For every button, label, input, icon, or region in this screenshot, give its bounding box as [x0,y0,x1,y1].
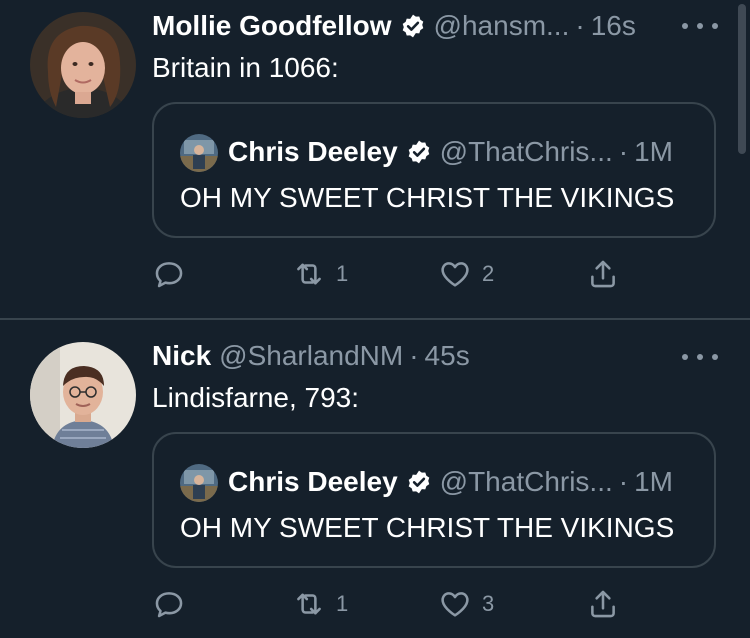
avatar[interactable] [30,342,136,448]
share-button[interactable] [586,254,620,294]
author-handle[interactable]: @SharlandNM [219,340,403,372]
tweet-header: Nick @SharlandNM · 45s [152,340,470,372]
like-button[interactable]: 2 [438,254,494,294]
verified-badge-icon [406,139,432,165]
tweet-header: Mollie Goodfellow @hansm... · 16s [152,10,636,42]
like-button[interactable]: 3 [438,584,494,624]
like-count: 2 [482,261,495,286]
quoted-tweet[interactable]: Chris Deeley @ThatChris... · 1M OH MY SW… [152,102,716,238]
more-options-icon[interactable] [682,16,718,36]
retweet-icon [292,587,326,621]
quoted-author-name: Chris Deeley [228,136,398,167]
tweet-actions: 1 3 [0,584,750,624]
retweet-button[interactable]: 1 [292,254,348,294]
quoted-avatar [180,134,218,172]
quoted-avatar [180,464,218,502]
verified-badge-icon [400,13,426,39]
heart-icon [438,257,472,291]
like-count: 3 [482,591,495,616]
more-options-icon[interactable] [682,347,718,367]
tweet-text: Britain in 1066: [152,52,339,83]
author-name[interactable]: Mollie Goodfellow [152,10,392,42]
tweet-text: Lindisfarne, 793: [152,382,360,413]
share-icon [586,257,620,291]
retweet-icon [292,257,326,291]
quoted-timestamp: 1M [634,136,674,167]
retweet-count: 1 [336,261,349,286]
separator-dot: · [409,340,419,371]
share-icon [586,587,620,621]
reply-button[interactable] [152,584,186,624]
heart-icon [438,587,472,621]
quoted-author-name: Chris Deeley [228,466,398,497]
author-handle[interactable]: @hansm... [434,10,570,42]
reply-icon [152,587,186,621]
quoted-text: OH MY SWEET CHRIST THE VIKINGS [180,182,675,213]
timestamp[interactable]: 45s [425,340,470,372]
avatar[interactable] [30,12,136,118]
reply-icon [152,257,186,291]
tweet[interactable]: Mollie Goodfellow @hansm... · 16s Britai… [0,0,750,318]
quoted-tweet[interactable]: Chris Deeley @ThatChris... · 1M OH MY SW… [152,432,716,568]
quoted-author-handle: @ThatChris... [439,466,613,497]
verified-badge-icon [406,469,432,495]
share-button[interactable] [586,584,620,624]
separator-dot: · [618,466,629,497]
retweet-button[interactable]: 1 [292,584,348,624]
quoted-author-handle: @ThatChris... [439,136,613,167]
tweet[interactable]: Nick @SharlandNM · 45s Lindisfarne, 793:… [0,320,750,638]
tweet-actions: 1 2 [0,254,750,294]
quoted-timestamp: 1M [634,466,674,497]
quoted-text: OH MY SWEET CHRIST THE VIKINGS [180,512,675,543]
timestamp[interactable]: 16s [591,10,636,42]
reply-button[interactable] [152,254,186,294]
author-name[interactable]: Nick [152,340,211,372]
retweet-count: 1 [336,591,349,616]
quoted-header: Chris Deeley @ThatChris... · 1M [228,134,673,170]
quoted-header: Chris Deeley @ThatChris... · 1M [228,464,673,500]
separator-dot: · [618,136,629,167]
separator-dot: · [575,10,585,41]
